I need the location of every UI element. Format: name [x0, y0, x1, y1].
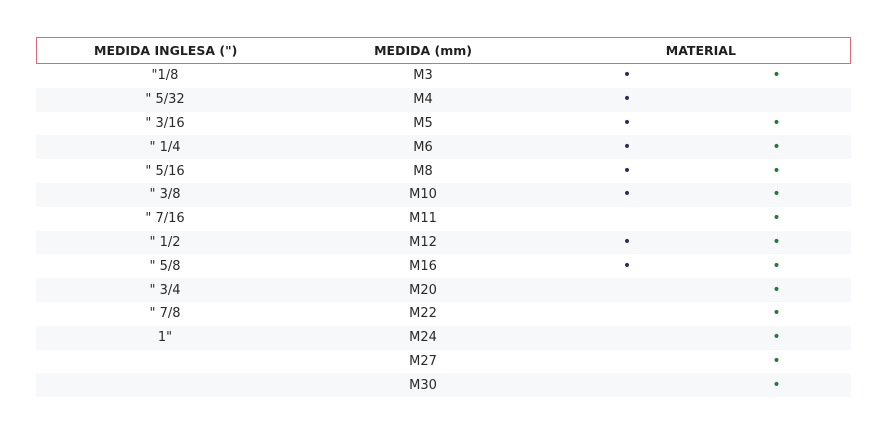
cell-medida-mm: M8: [413, 163, 433, 179]
header-medida-inglesa: MEDIDA INGLESA ("): [94, 43, 238, 58]
bullet-icon: •: [622, 138, 632, 155]
bullet-icon: •: [772, 233, 781, 250]
bullet-icon: •: [622, 186, 632, 203]
bullet-icon: •: [772, 138, 781, 155]
bullet-icon: •: [772, 281, 781, 298]
bullet-icon: •: [772, 376, 781, 393]
cell-material-2: •: [702, 354, 851, 369]
cell-medida-mm: M11: [409, 211, 437, 227]
bullet-icon: •: [772, 305, 781, 322]
cell-medida-mm: M5: [413, 115, 433, 131]
cell-medida-inglesa: 1": [157, 330, 173, 346]
cell-material-2: •: [702, 259, 851, 274]
table-row: " 1/2 M12 • •: [36, 230, 851, 255]
bullet-icon: •: [622, 233, 632, 250]
bullet-icon: •: [772, 329, 781, 346]
table-row: M27 •: [36, 350, 851, 374]
cell-material-2: •: [702, 378, 851, 393]
table-row: " 7/16 M11 •: [36, 207, 851, 231]
cell-medida-mm: M30: [409, 377, 437, 393]
cell-medida-mm: M27: [409, 353, 437, 369]
cell-medida-inglesa: " 3/16: [145, 115, 185, 131]
bullet-icon: •: [772, 186, 781, 203]
cell-material-1: •: [552, 235, 702, 250]
cell-material-1: •: [552, 140, 702, 155]
cell-material-2: •: [702, 187, 851, 202]
cell-medida-mm: M3: [413, 68, 433, 84]
bullet-icon: •: [622, 162, 632, 179]
bullet-icon: •: [772, 352, 781, 369]
bullet-icon: •: [772, 257, 781, 274]
cell-medida-inglesa: " 5/16: [145, 163, 185, 179]
cell-medida-inglesa: " 7/16: [145, 211, 185, 227]
table-row: " 5/32 M4 •: [36, 87, 851, 112]
cell-medida-mm: M22: [409, 306, 437, 322]
cell-medida-inglesa: " 5/8: [149, 258, 181, 274]
table-row: " 3/8 M10 • •: [36, 182, 851, 207]
bullet-icon: •: [772, 114, 781, 131]
bullet-icon: •: [772, 162, 781, 179]
header-material: MATERIAL: [665, 43, 736, 58]
cell-medida-inglesa: " 5/32: [145, 92, 185, 108]
bullet-icon: •: [772, 67, 781, 84]
table-row: "1/8 M3 • •: [36, 64, 851, 88]
table-row: " 5/8 M16 • •: [36, 254, 851, 278]
bullet-icon: •: [622, 114, 632, 131]
cell-material-2: •: [702, 140, 851, 155]
cell-medida-mm: M16: [409, 258, 437, 274]
cell-medida-inglesa: " 3/8: [149, 187, 181, 203]
table-header: MEDIDA INGLESA (") MEDIDA (mm) MATERIAL: [36, 37, 851, 64]
cell-medida-inglesa: "1/8: [151, 68, 179, 84]
cell-medida-mm: M20: [409, 282, 437, 298]
cell-material-1: •: [552, 116, 702, 131]
bullet-icon: •: [622, 91, 632, 108]
cell-material-2: •: [702, 116, 851, 131]
table-body: "1/8 M3 • • " 5/32 M4 • " 3/16 M5 • • " 1/4 M6 • • " 5/…: [36, 64, 851, 398]
table-row: M30 •: [36, 373, 851, 398]
cell-material-2: •: [702, 164, 851, 179]
bullet-icon: •: [772, 210, 781, 227]
cell-medida-inglesa: " 3/4: [149, 282, 181, 298]
table-row: " 1/4 M6 • •: [36, 135, 851, 160]
cell-material-2: •: [702, 306, 851, 321]
cell-medida-mm: M4: [413, 92, 433, 108]
measurements-table: MEDIDA INGLESA (") MEDIDA (mm) MATERIAL …: [36, 37, 851, 398]
cell-material-1: •: [552, 259, 702, 274]
cell-medida-inglesa: " 1/2: [149, 234, 181, 250]
table-row: " 7/8 M22 •: [36, 302, 851, 326]
cell-material-2: •: [702, 330, 851, 345]
table-row: " 3/16 M5 • •: [36, 112, 851, 136]
table-row: " 3/4 M20 •: [36, 278, 851, 302]
cell-material-1: •: [552, 164, 702, 179]
cell-material-2: •: [702, 235, 851, 250]
cell-medida-mm: M10: [409, 187, 437, 203]
cell-material-2: •: [702, 211, 851, 226]
cell-medida-mm: M24: [409, 330, 437, 346]
cell-medida-inglesa: " 7/8: [149, 306, 181, 322]
cell-medida-inglesa: " 1/4: [149, 139, 181, 155]
bullet-icon: •: [622, 67, 632, 84]
table-row: " 5/16 M8 • •: [36, 159, 851, 183]
cell-material-2: •: [702, 283, 851, 298]
cell-material-1: •: [552, 187, 702, 202]
bullet-icon: •: [622, 257, 632, 274]
cell-material-1: •: [552, 68, 702, 83]
cell-material-2: •: [702, 68, 851, 83]
cell-medida-mm: M6: [413, 139, 433, 155]
cell-medida-mm: M12: [409, 234, 437, 250]
header-medida-mm: MEDIDA (mm): [374, 43, 472, 58]
table-row: 1" M24 •: [36, 325, 851, 350]
cell-material-1: •: [552, 92, 702, 107]
